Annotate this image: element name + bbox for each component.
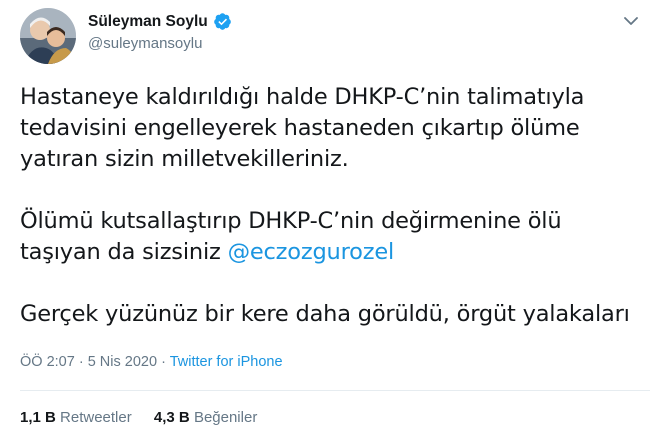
tweet-line: Gerçek yüzünüz bir kere daha görüldü, ör… — [20, 301, 630, 327]
tweet-date[interactable]: 5 Nis 2020 — [88, 354, 157, 370]
verified-badge-icon — [213, 12, 232, 31]
retweets-stat[interactable]: 1,1 B Retweetler — [20, 409, 132, 426]
mention-link[interactable]: @eczozgurozel — [228, 239, 395, 265]
tweet-stats: 1,1 B Retweetler 4,3 B Beğeniler — [20, 409, 275, 426]
tweet-meta: ÖÖ 2:07 · 5 Nis 2020 · Twitter for iPhon… — [20, 354, 283, 370]
retweets-count: 1,1 B — [20, 409, 56, 426]
tweet-line: tedavisini engelleyerek hastaneden çıkar… — [20, 115, 580, 141]
likes-stat[interactable]: 4,3 B Beğeniler — [154, 409, 257, 426]
tweet-card: Süleyman Soylu @suleymansoylu Hastaneye … — [0, 0, 660, 440]
tweet-time[interactable]: ÖÖ 2:07 — [20, 354, 75, 370]
tweet-text: Hastaneye kaldırıldığı halde DHKP-C’nin … — [20, 82, 650, 330]
meta-separator: · — [78, 354, 84, 370]
divider — [20, 390, 650, 391]
tweet-line: Ölümü kutsallaştırıp DHKP-C’nin değirmen… — [20, 208, 562, 234]
tweet-line: Hastaneye kaldırıldığı halde DHKP-C’nin … — [20, 84, 585, 110]
author-name-row[interactable]: Süleyman Soylu — [88, 12, 232, 31]
tweet-line-with-mention: taşıyan da sizsiniz @eczozgurozel — [20, 237, 650, 268]
avatar[interactable] — [20, 8, 76, 64]
tweet-line: taşıyan da sizsiniz — [20, 239, 228, 265]
retweets-label: Retweetler — [60, 409, 132, 426]
author-handle[interactable]: @suleymansoylu — [88, 35, 202, 52]
meta-separator: · — [161, 354, 166, 370]
chevron-down-icon[interactable] — [620, 10, 642, 32]
tweet-line: yatıran sizin milletvekilleriniz. — [20, 146, 349, 172]
likes-label: Beğeniler — [193, 409, 258, 426]
avatar-photo — [20, 8, 76, 64]
tweet-source-link[interactable]: Twitter for iPhone — [170, 354, 283, 370]
likes-count: 4,3 B — [153, 409, 190, 426]
display-name[interactable]: Süleyman Soylu — [88, 13, 208, 31]
